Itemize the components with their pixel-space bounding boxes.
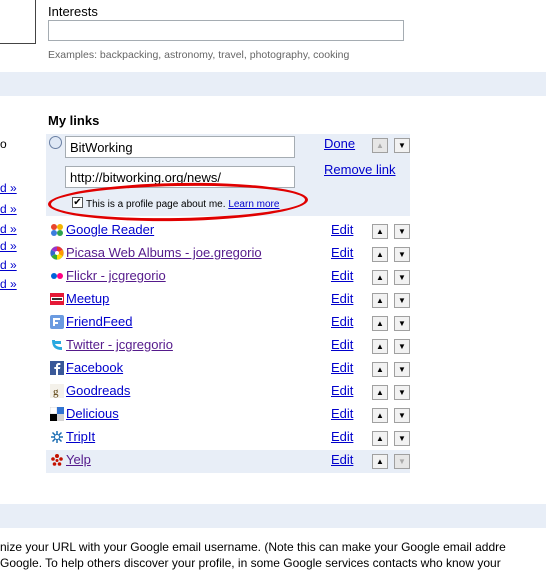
left-link[interactable]: d »: [0, 202, 17, 216]
flickr-icon: [50, 269, 64, 283]
move-up-button[interactable]: ▲: [372, 385, 388, 400]
move-down-button[interactable]: ▼: [394, 339, 410, 354]
move-down-button[interactable]: ▼: [394, 385, 410, 400]
move-up-button[interactable]: ▲: [372, 431, 388, 446]
edit-link[interactable]: Edit: [331, 268, 353, 283]
left-link[interactable]: d »: [0, 222, 17, 236]
link-row: Twitter - jcgregorio Edit ▲ ▼: [46, 335, 410, 358]
link-row: g Goodreads Edit ▲ ▼: [46, 381, 410, 404]
section-divider: [0, 72, 546, 96]
move-down-button[interactable]: ▼: [394, 362, 410, 377]
link-row: Google Reader Edit ▲ ▼: [46, 220, 410, 243]
move-up-button[interactable]: ▲: [372, 339, 388, 354]
link-name[interactable]: Google Reader: [66, 222, 154, 237]
move-down-button[interactable]: ▼: [394, 408, 410, 423]
link-row: Meetup Edit ▲ ▼: [46, 289, 410, 312]
link-row: Facebook Edit ▲ ▼: [46, 358, 410, 381]
link-row: FriendFeed Edit ▲ ▼: [46, 312, 410, 335]
link-row: Picasa Web Albums - joe.gregorio Edit ▲ …: [46, 243, 410, 266]
edit-link[interactable]: Edit: [331, 383, 353, 398]
delicious-icon: [49, 406, 64, 421]
link-name[interactable]: Yelp: [66, 452, 91, 467]
move-down-button: ▼: [394, 454, 410, 469]
link-name-input[interactable]: [65, 136, 295, 158]
edit-link[interactable]: Edit: [331, 314, 353, 329]
done-link[interactable]: Done: [324, 136, 355, 151]
move-down-button[interactable]: ▼: [394, 138, 410, 153]
left-column-text: o: [0, 137, 7, 151]
link-name[interactable]: Twitter - jcgregorio: [66, 337, 173, 352]
move-up-button[interactable]: ▲: [372, 362, 388, 377]
move-down-button[interactable]: ▼: [394, 224, 410, 239]
twitter-icon: [50, 338, 64, 352]
edit-link[interactable]: Edit: [331, 360, 353, 375]
link-name[interactable]: Picasa Web Albums - joe.gregorio: [66, 245, 262, 260]
move-up-button[interactable]: ▲: [372, 224, 388, 239]
edit-link[interactable]: Edit: [331, 406, 353, 421]
link-name[interactable]: FriendFeed: [66, 314, 132, 329]
move-down-button[interactable]: ▼: [394, 247, 410, 262]
link-name[interactable]: Facebook: [66, 360, 123, 375]
move-up-button[interactable]: ▲: [372, 247, 388, 262]
link-row: Delicious Edit ▲ ▼: [46, 404, 410, 427]
edit-link[interactable]: Edit: [331, 222, 353, 237]
edit-link[interactable]: Edit: [331, 452, 353, 467]
link-row: TripIt Edit ▲ ▼: [46, 427, 410, 450]
edit-link[interactable]: Edit: [331, 429, 353, 444]
move-up-button: ▲: [372, 138, 388, 153]
move-down-button[interactable]: ▼: [394, 431, 410, 446]
url-description-text: nize your URL with your Google email use…: [0, 540, 506, 554]
interests-example: Examples: backpacking, astronomy, travel…: [48, 49, 350, 61]
link-row: Yelp Edit ▲ ▼: [46, 450, 410, 473]
profile-discovery-text: Google. To help others discover your pro…: [0, 556, 501, 570]
left-panel-box: [0, 0, 36, 44]
friendfeed-icon: [50, 315, 64, 329]
move-down-button[interactable]: ▼: [394, 293, 410, 308]
my-links-title: My links: [48, 113, 100, 128]
move-up-button[interactable]: ▲: [372, 454, 388, 469]
link-row: Flickr - jcgregorio Edit ▲ ▼: [46, 266, 410, 289]
goodreads-icon: g: [50, 384, 64, 398]
link-name[interactable]: Meetup: [66, 291, 109, 306]
left-link[interactable]: d »: [0, 239, 17, 253]
yelp-icon: [50, 453, 64, 467]
move-up-button[interactable]: ▲: [372, 408, 388, 423]
globe-icon: [49, 136, 62, 149]
meetup-icon: [50, 292, 64, 306]
link-name[interactable]: Delicious: [66, 406, 119, 421]
link-name[interactable]: Goodreads: [66, 383, 130, 398]
edit-link[interactable]: Edit: [331, 291, 353, 306]
left-link[interactable]: d »: [0, 181, 17, 195]
move-down-button[interactable]: ▼: [394, 316, 410, 331]
link-name[interactable]: TripIt: [66, 429, 95, 444]
edit-link[interactable]: Edit: [331, 245, 353, 260]
picasa-icon: [50, 246, 64, 260]
section-divider: [0, 504, 546, 528]
tripit-icon: [50, 430, 64, 444]
move-up-button[interactable]: ▲: [372, 293, 388, 308]
interests-label: Interests: [48, 4, 98, 19]
left-link[interactable]: d »: [0, 277, 17, 291]
move-up-button[interactable]: ▲: [372, 316, 388, 331]
interests-input[interactable]: [48, 20, 404, 41]
move-down-button[interactable]: ▼: [394, 270, 410, 285]
edit-link[interactable]: Edit: [331, 337, 353, 352]
remove-link[interactable]: Remove link: [324, 162, 396, 177]
facebook-icon: [50, 361, 64, 375]
left-link[interactable]: d »: [0, 258, 17, 272]
link-name[interactable]: Flickr - jcgregorio: [66, 268, 166, 283]
move-up-button[interactable]: ▲: [372, 270, 388, 285]
google-reader-icon: [50, 223, 64, 237]
svg-text:g: g: [53, 386, 59, 398]
